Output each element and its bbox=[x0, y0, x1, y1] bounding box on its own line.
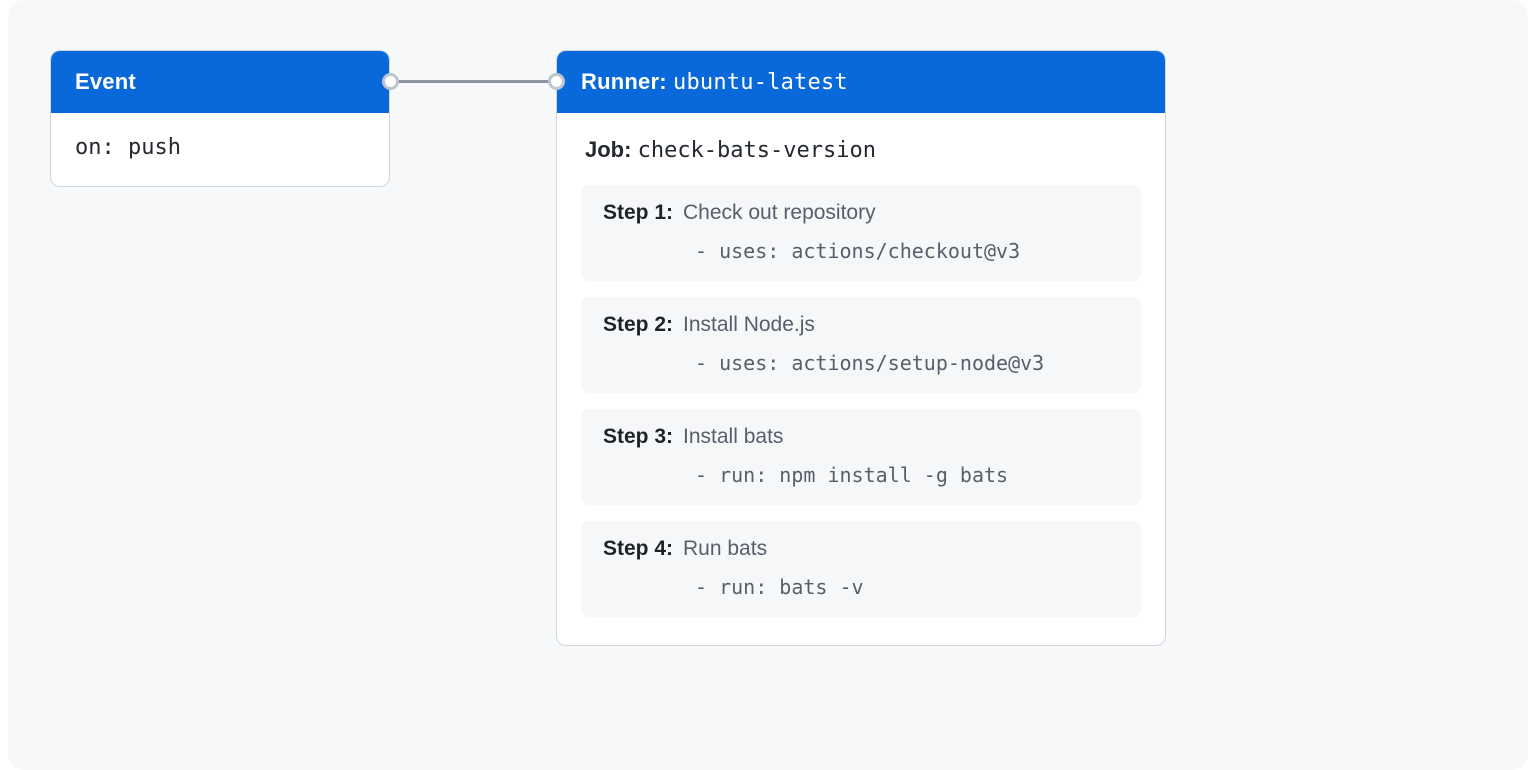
step-label: Step 2: bbox=[603, 313, 673, 337]
step-label: Step 4: bbox=[603, 537, 673, 561]
step-header: Step 3: Install bats bbox=[603, 425, 1119, 449]
step-title: Check out repository bbox=[683, 201, 876, 225]
step-title: Install bats bbox=[683, 425, 783, 449]
job-value: check-bats-version bbox=[638, 138, 876, 163]
diagram-canvas: Event on: push Runner: ubuntu-latest Job… bbox=[8, 0, 1528, 770]
step-label: Step 1: bbox=[603, 201, 673, 225]
runner-card: Runner: ubuntu-latest Job: check-bats-ve… bbox=[556, 50, 1166, 646]
step-header: Step 1: Check out repository bbox=[603, 201, 1119, 225]
step-block: Step 4: Run bats - run: bats -v bbox=[581, 521, 1141, 617]
step-title: Run bats bbox=[683, 537, 767, 561]
event-card-header: Event bbox=[51, 51, 389, 113]
runner-card-body: Job: check-bats-version Step 1: Check ou… bbox=[557, 113, 1165, 645]
step-code: - uses: actions/checkout@v3 bbox=[603, 239, 1119, 263]
step-code: - run: npm install -g bats bbox=[603, 463, 1119, 487]
connector-line bbox=[390, 80, 556, 83]
event-trigger-key: on: bbox=[75, 135, 115, 160]
step-block: Step 1: Check out repository - uses: act… bbox=[581, 185, 1141, 281]
event-header-title: Event bbox=[75, 69, 136, 94]
step-block: Step 3: Install bats - run: npm install … bbox=[581, 409, 1141, 505]
runner-card-header: Runner: ubuntu-latest bbox=[557, 51, 1165, 113]
connector-dot-right bbox=[548, 73, 565, 90]
step-code: - uses: actions/setup-node@v3 bbox=[603, 351, 1119, 375]
runner-header-label: Runner: bbox=[581, 69, 667, 94]
job-label: Job: bbox=[585, 137, 631, 162]
event-card-body: on: push bbox=[51, 113, 389, 186]
step-code: - run: bats -v bbox=[603, 575, 1119, 599]
connector-dot-left bbox=[382, 73, 399, 90]
runner-header-value: ubuntu-latest bbox=[673, 70, 848, 95]
step-header: Step 4: Run bats bbox=[603, 537, 1119, 561]
event-trigger-value: push bbox=[128, 135, 181, 160]
step-title: Install Node.js bbox=[683, 313, 815, 337]
job-line: Job: check-bats-version bbox=[581, 137, 1141, 167]
event-card: Event on: push bbox=[50, 50, 390, 187]
step-header: Step 2: Install Node.js bbox=[603, 313, 1119, 337]
step-label: Step 3: bbox=[603, 425, 673, 449]
step-block: Step 2: Install Node.js - uses: actions/… bbox=[581, 297, 1141, 393]
